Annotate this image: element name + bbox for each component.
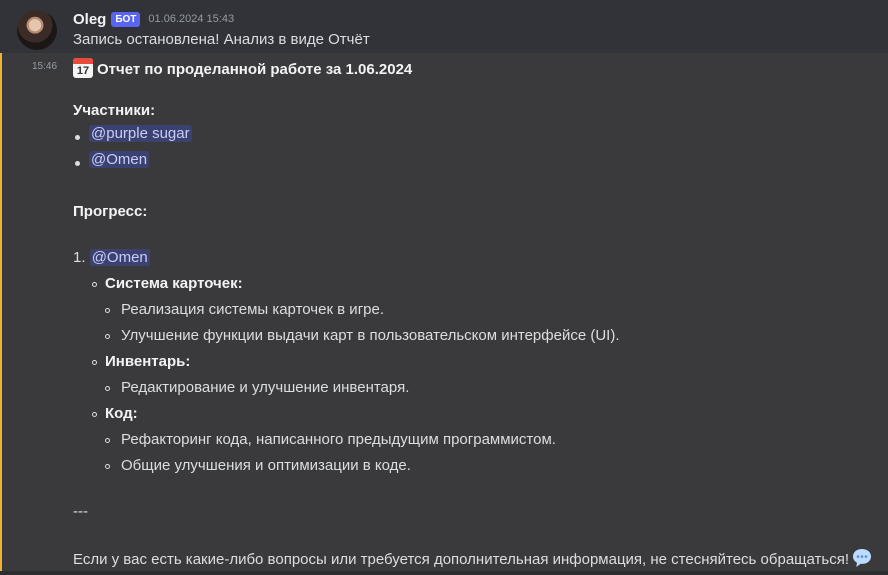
mention-omen[interactable]: @Omen [89, 249, 150, 266]
bot-tag: БОТ [111, 11, 141, 27]
separator: --- [73, 503, 88, 520]
section-title: Код: [105, 405, 138, 422]
participant-item: @purple sugar [89, 125, 192, 142]
chat-view: Oleg БОТ 01.06.2024 15:43 Запись останов… [0, 0, 888, 575]
progress-item: 1. @Omen [73, 249, 150, 266]
bullet-circle [105, 386, 110, 391]
message-timestamp: 01.06.2024 15:43 [148, 13, 235, 25]
bullet-circle [92, 412, 97, 417]
message-header-area: Oleg БОТ 01.06.2024 15:43 Запись останов… [0, 0, 888, 53]
section-title: Система карточек: [105, 275, 243, 292]
reply-preview[interactable] [73, 0, 253, 2]
bullet-circle [105, 308, 110, 313]
progress-heading: Прогресс: [73, 203, 148, 220]
bullet-circle [92, 282, 97, 287]
mention-purple-sugar[interactable]: @purple sugar [89, 125, 192, 142]
section-item: Реализация системы карточек в игре. [121, 301, 385, 318]
closing-text: Если у вас есть какие-либо вопросы или т… [73, 551, 849, 568]
report-title: Отчет по проделанной работе за 1.06.2024 [97, 61, 413, 78]
avatar[interactable] [17, 10, 57, 50]
mention-highlight-bar [0, 53, 2, 575]
progress-number: 1. [73, 249, 86, 266]
participants-heading: Участники: [73, 102, 156, 119]
author-row: Oleg БОТ 01.06.2024 15:43 [73, 9, 234, 29]
bullet-dot [75, 161, 80, 166]
bullet-circle [92, 360, 97, 365]
bottom-edge [0, 571, 888, 575]
message-text: Запись остановлена! Анализ в виде Отчёт [73, 31, 370, 48]
bullet-dot [75, 135, 80, 140]
calendar-icon: 17 [73, 58, 93, 78]
speech-bubble-icon [851, 547, 873, 569]
report-title-line: 17 Отчет по проделанной работе за 1.06.2… [73, 58, 412, 78]
section-item: Улучшение функции выдачи карт в пользова… [121, 327, 620, 344]
hover-timestamp: 15:46 [32, 61, 58, 72]
closing-line: Если у вас есть какие-либо вопросы или т… [73, 547, 873, 569]
section-item: Рефакторинг кода, написанного предыдущим… [121, 431, 556, 448]
section-item: Общие улучшения и оптимизации в коде. [121, 457, 411, 474]
section-item: Редактирование и улучшение инвентаря. [121, 379, 410, 396]
mention-omen[interactable]: @Omen [89, 151, 150, 168]
section-title: Инвентарь: [105, 353, 191, 370]
bullet-circle [105, 464, 110, 469]
bullet-circle [105, 438, 110, 443]
author-name[interactable]: Oleg [73, 11, 106, 28]
participant-item: @Omen [89, 151, 150, 168]
bullet-circle [105, 334, 110, 339]
